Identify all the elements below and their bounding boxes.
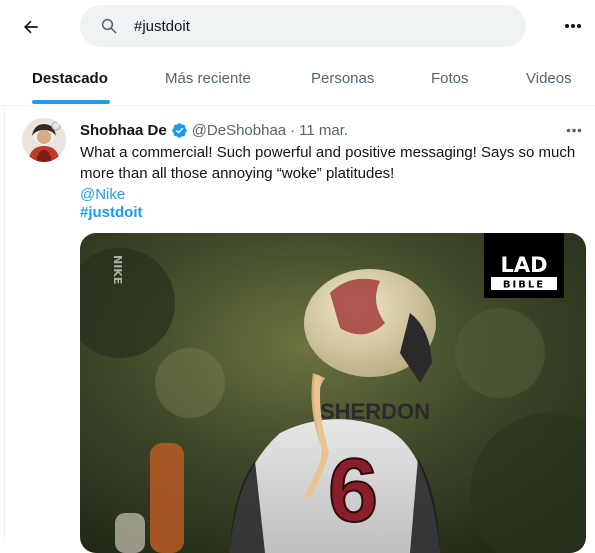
tab-fotos[interactable]: Fotos: [431, 53, 469, 105]
tweet-video[interactable]: SHERDON 6 LAD BIBLE NIKE: [80, 233, 586, 553]
back-button[interactable]: [14, 10, 48, 44]
ellipsis-icon: [566, 128, 582, 132]
tab-mas-reciente[interactable]: Más reciente: [165, 53, 251, 105]
author-name[interactable]: Shobhaa De: [80, 122, 167, 139]
tweet-text: What a commercial! Such powerful and pos…: [80, 144, 576, 182]
nike-watermark: NIKE: [111, 255, 124, 284]
logo-text-top: LAD: [500, 253, 547, 277]
arrow-left-icon: [24, 20, 38, 34]
top-bar: [0, 0, 595, 52]
search-tabs: Destacado Más reciente Personas Fotos Vi…: [0, 53, 595, 106]
search-bar[interactable]: [80, 5, 526, 47]
avatar-image: [22, 118, 66, 162]
jersey-number: 6: [328, 441, 378, 541]
logo-text-bottom: BIBLE: [503, 280, 545, 291]
active-tab-indicator: [32, 100, 110, 104]
tab-videos[interactable]: Videos: [526, 53, 572, 105]
tweet-header: Shobhaa De @DeShobhaa · 11 mar.: [80, 120, 348, 140]
more-options-button[interactable]: [558, 12, 588, 40]
tweet-date[interactable]: 11 mar.: [299, 122, 348, 139]
tweet[interactable]: Shobhaa De @DeShobhaa · 11 mar. What a c…: [0, 106, 595, 553]
hashtag-link[interactable]: #justdoit: [80, 202, 143, 223]
search-icon: [101, 18, 117, 34]
header-separator: ·: [290, 121, 296, 139]
jersey-name: SHERDON: [320, 399, 430, 424]
tab-destacado[interactable]: Destacado: [32, 53, 108, 105]
tweet-more-button[interactable]: [560, 120, 588, 140]
video-frame: SHERDON 6 LAD BIBLE NIKE: [80, 233, 586, 553]
verified-badge-icon: [171, 122, 187, 138]
avatar[interactable]: [22, 118, 66, 162]
tab-personas[interactable]: Personas: [311, 53, 374, 105]
ellipsis-icon: [565, 24, 581, 28]
author-handle[interactable]: @DeShobhaa: [192, 122, 286, 139]
search-input[interactable]: [134, 5, 504, 47]
